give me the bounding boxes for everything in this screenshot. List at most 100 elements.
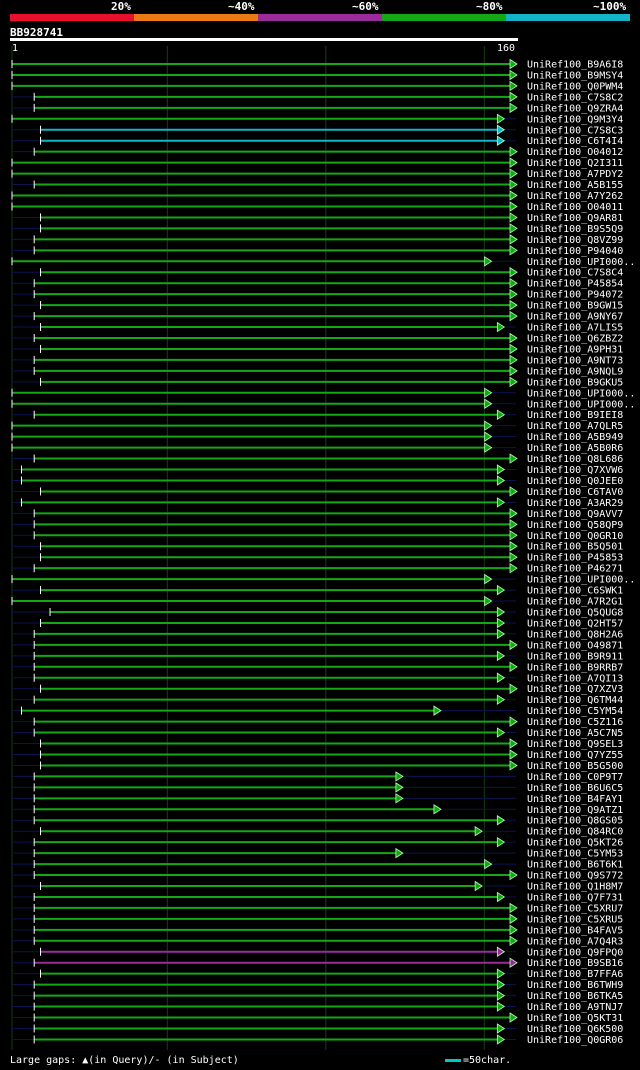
hit-end-arrow: [509, 299, 518, 311]
hit-row: UniRef100_Q5KT26: [12, 836, 623, 849]
hit-label: UniRef100_A5B949: [527, 432, 623, 443]
hit-end-arrow: [509, 354, 518, 366]
hit-label: UniRef100_UPI000..: [527, 575, 635, 586]
hit-end-arrow: [496, 135, 506, 146]
hit-row: UniRef100_P46271: [12, 562, 623, 575]
alignment-chart: UniRef100_B9A6I8UniRef100_B9MSY4UniRef10…: [11, 46, 635, 1050]
hit-label: UniRef100_C7S8C3: [527, 125, 623, 136]
hit-row: UniRef100_Q8L686: [12, 453, 623, 465]
hit-label: UniRef100_A9PH31: [527, 344, 623, 355]
hit-row: UniRef100_P94072: [12, 288, 623, 301]
hit-label: UniRef100_C5XRU5: [527, 914, 623, 925]
hit-end-arrow: [395, 793, 404, 804]
hit-label: UniRef100_B9S5Q9: [527, 224, 623, 235]
hit-label: UniRef100_A7QI13: [527, 673, 623, 684]
hit-row: UniRef100_B9S5Q9: [12, 223, 623, 235]
hit-end-arrow: [509, 146, 518, 157]
hit-end-arrow: [509, 869, 518, 881]
hit-row: UniRef100_Q5KT31: [12, 1012, 623, 1024]
hit-row: UniRef100_C6TAV0: [12, 486, 623, 498]
hit-end-arrow: [509, 58, 518, 70]
hit-label: UniRef100_A7Q4R3: [527, 936, 623, 947]
hit-end-arrow: [509, 102, 518, 114]
hit-row: UniRef100_P94040: [12, 245, 623, 257]
hit-end-arrow: [509, 683, 518, 694]
hit-end-arrow: [509, 508, 518, 519]
hit-label: UniRef100_B6TKA5: [527, 991, 623, 1002]
hit-end-arrow: [496, 617, 506, 629]
hit-label: UniRef100_B9IEI8: [527, 410, 623, 421]
hit-end-arrow: [496, 1034, 506, 1045]
hit-label: UniRef100_B7FFA6: [527, 969, 623, 980]
hit-end-arrow: [496, 628, 506, 640]
hit-end-arrow: [496, 979, 506, 990]
hit-label: UniRef100_A9NY67: [527, 312, 623, 323]
hit-end-arrow: [509, 957, 518, 968]
hit-row: UniRef100_B9MSY4: [11, 69, 623, 81]
hit-label: UniRef100_P46271: [527, 564, 623, 575]
hit-end-arrow: [509, 760, 518, 771]
hit-row: UniRef100_Q8VZ99: [12, 234, 623, 246]
hit-label: UniRef100_C0P9T7: [527, 772, 623, 783]
hit-end-arrow: [496, 650, 506, 662]
hit-row: UniRef100_A7QI13: [12, 672, 623, 684]
hit-end-arrow: [509, 661, 518, 673]
hit-end-arrow: [496, 113, 506, 125]
hit-end-arrow: [509, 190, 518, 201]
hit-row: UniRef100_Q7YZ55: [12, 749, 623, 761]
hit-end-arrow: [509, 1012, 518, 1023]
hit-label: UniRef100_C5YM53: [527, 849, 623, 860]
hit-end-arrow: [509, 234, 518, 245]
hit-label: UniRef100_Q9SEL3: [527, 739, 623, 750]
hit-label: UniRef100_A3AR29: [527, 498, 623, 509]
hit-row: UniRef100_B6TKA5: [12, 990, 623, 1002]
hit-row: UniRef100_A9TNJ7: [12, 1001, 623, 1013]
hit-row: UniRef100_Q8H2A6: [12, 628, 623, 640]
hit-end-arrow: [509, 530, 518, 541]
hit-row: UniRef100_UPI000..: [11, 256, 635, 268]
hit-row: UniRef100_Q7XZV3: [12, 683, 623, 695]
hit-row: UniRef100_A7LIS5: [12, 321, 623, 334]
hit-label: UniRef100_P94072: [527, 290, 623, 301]
hit-row: UniRef100_Q0JEE0: [12, 475, 623, 487]
hit-end-arrow: [484, 387, 493, 399]
hit-end-arrow: [395, 847, 404, 859]
hit-end-arrow: [474, 825, 483, 837]
hit-row: UniRef100_A5C7N5: [12, 727, 623, 739]
hit-end-arrow: [509, 376, 518, 388]
hit-label: UniRef100_UPI000..: [527, 257, 635, 268]
hit-row: UniRef100_B5G500: [12, 760, 623, 772]
hit-label: UniRef100_B5Q501: [527, 542, 623, 553]
hit-row: UniRef100_B9GW15: [12, 299, 623, 312]
hit-end-arrow: [496, 497, 506, 508]
hit-label: UniRef100_Q8VZ99: [527, 235, 623, 246]
hit-row: UniRef100_B6T6K1: [12, 858, 623, 871]
hit-row: UniRef100_C5Z116: [12, 716, 623, 728]
hit-label: UniRef100_B9SB16: [527, 958, 623, 969]
hit-label: UniRef100_Q0GR06: [527, 1035, 623, 1046]
hit-end-arrow: [484, 420, 493, 431]
hit-label: UniRef100_B4FAY1: [527, 794, 623, 805]
hit-label: UniRef100_B5G500: [527, 761, 623, 772]
hit-end-arrow: [496, 1023, 506, 1034]
hit-end-arrow: [509, 267, 518, 278]
hit-end-arrow: [496, 584, 506, 596]
hit-label: UniRef100_B9MSY4: [527, 70, 623, 81]
hit-label: UniRef100_Q9S772: [527, 871, 623, 882]
hit-row: UniRef100_O49871: [12, 639, 623, 651]
hit-end-arrow: [509, 212, 518, 223]
hit-end-arrow: [496, 836, 506, 848]
hit-row: UniRef100_C5XRU7: [12, 902, 623, 914]
hit-end-arrow: [509, 201, 518, 212]
hit-end-arrow: [509, 277, 518, 289]
hit-row: UniRef100_Q9ZRA4: [12, 102, 623, 114]
hit-end-arrow: [496, 124, 506, 135]
hit-label: UniRef100_A5B155: [527, 180, 623, 191]
hit-label: UniRef100_Q9FPQ0: [527, 947, 623, 958]
hit-row: UniRef100_P45854: [12, 277, 623, 290]
hit-row: UniRef100_C6SWK1: [12, 584, 623, 597]
hit-row: UniRef100_B4FAY1: [12, 793, 623, 805]
hit-end-arrow: [509, 486, 518, 497]
hit-label: UniRef100_Q8L686: [527, 454, 623, 465]
hit-row: UniRef100_B9GKU5: [12, 376, 623, 388]
